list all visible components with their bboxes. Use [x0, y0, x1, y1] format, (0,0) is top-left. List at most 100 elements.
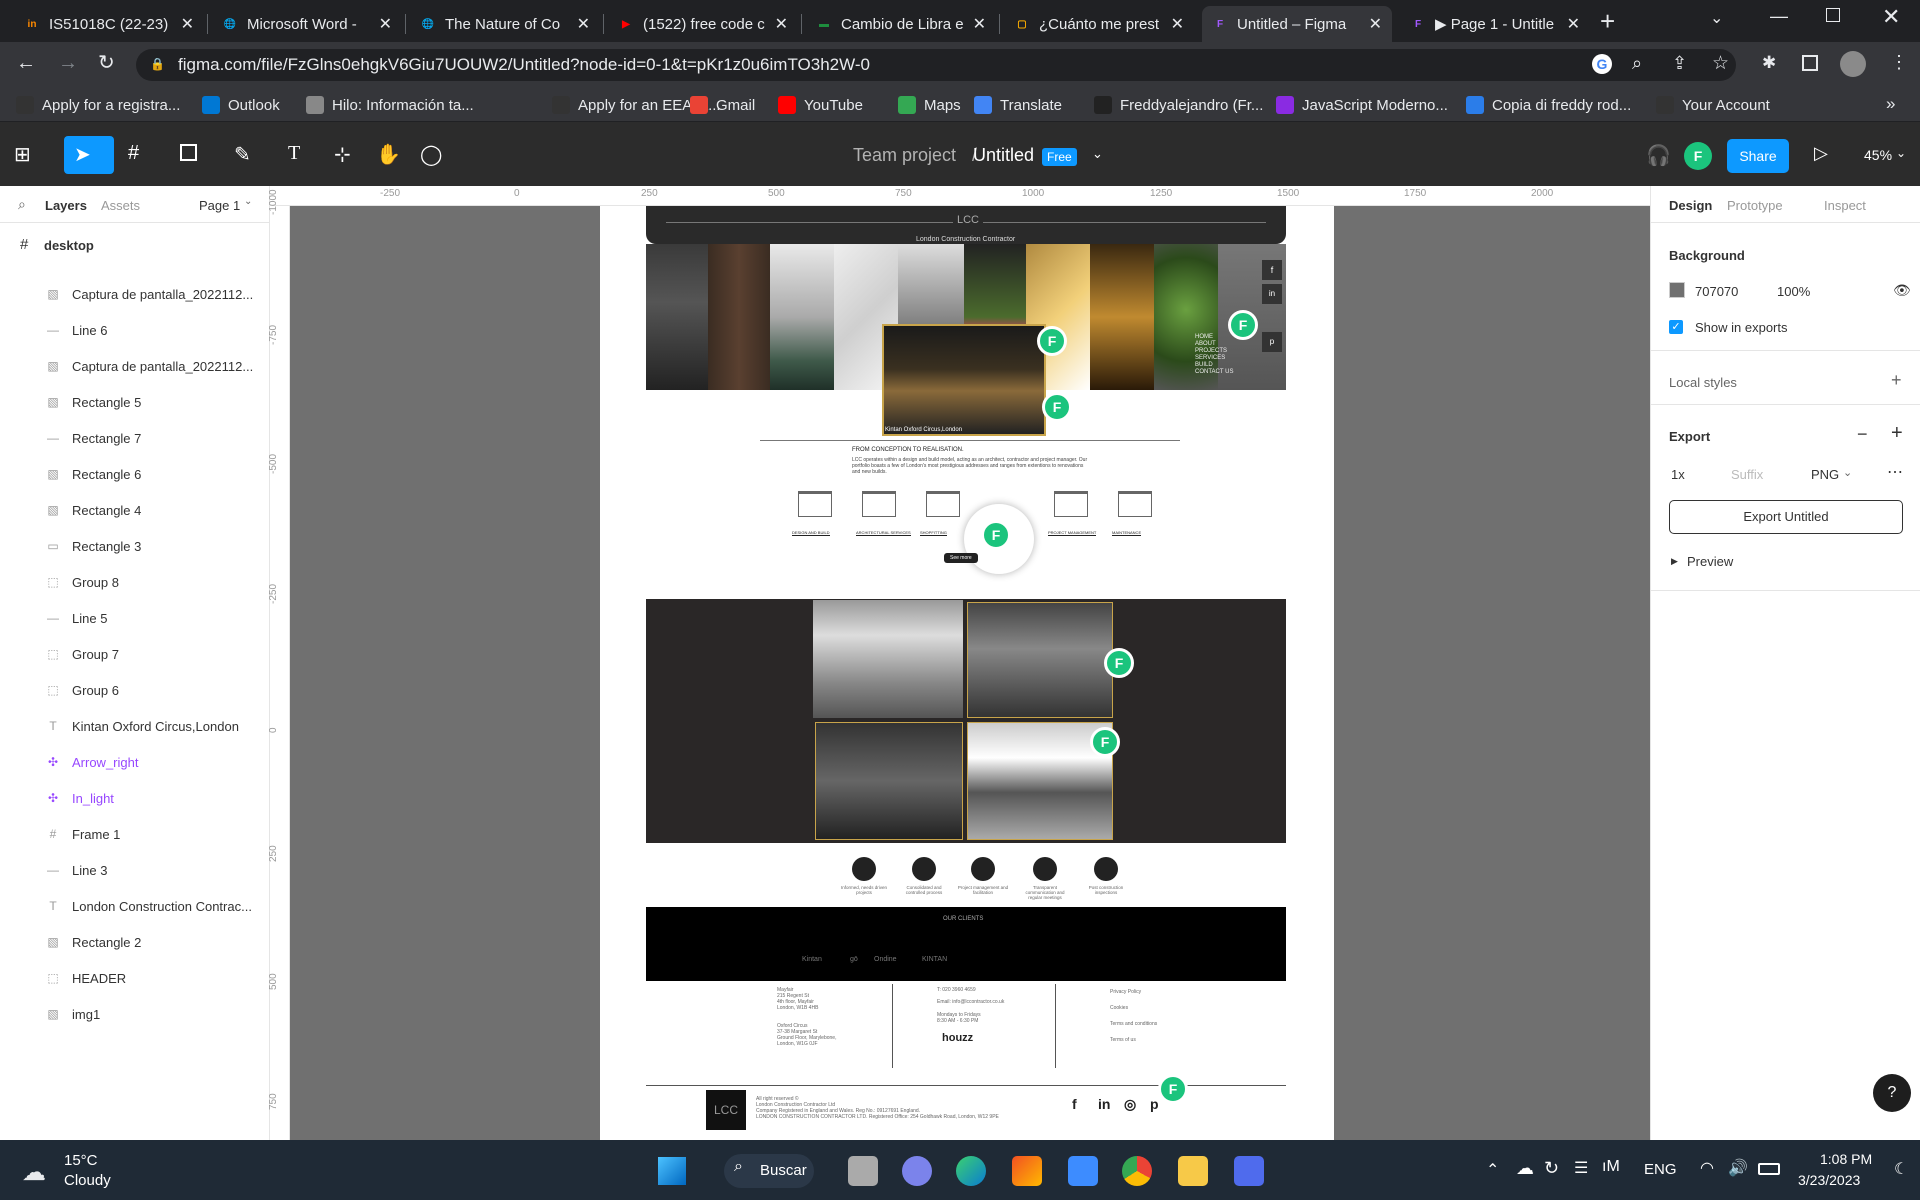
page-chevron-icon[interactable]: ⌄: [244, 196, 252, 207]
export-scale[interactable]: 1x: [1671, 467, 1685, 482]
add-export-icon[interactable]: +: [1891, 422, 1903, 445]
user-avatar[interactable]: F: [1684, 142, 1712, 170]
main-menu-icon[interactable]: ⊞: [14, 142, 31, 167]
file-explorer-icon[interactable]: [1178, 1156, 1208, 1186]
preview-toggle[interactable]: Preview: [1687, 554, 1733, 569]
hero-nav-item[interactable]: BUILD: [1195, 362, 1213, 368]
layer-item[interactable]: ▧ Captura de pantalla_2022112...: [0, 276, 269, 312]
browser-tab[interactable]: ▢ ¿Cuánto me prest ✕: [1004, 6, 1194, 42]
layer-item[interactable]: — Line 5: [0, 600, 269, 636]
tab-close-icon[interactable]: ✕: [1171, 14, 1184, 34]
background-opacity[interactable]: 100%: [1777, 284, 1810, 299]
collaborator-avatar[interactable]: F: [981, 520, 1011, 550]
minimize-button[interactable]: —: [1770, 6, 1788, 27]
featured-photo[interactable]: [882, 324, 1046, 436]
tab-design[interactable]: Design: [1669, 198, 1712, 213]
edge-icon[interactable]: [956, 1156, 986, 1186]
file-menu-chevron-icon[interactable]: ⌄: [1092, 146, 1103, 162]
background-hex[interactable]: 707070: [1695, 284, 1738, 299]
wifi-icon[interactable]: ◠: [1700, 1158, 1714, 1178]
restore-button[interactable]: [1826, 8, 1840, 22]
bookmark-item[interactable]: Outlook: [202, 96, 280, 114]
more-bookmarks[interactable]: »: [1886, 94, 1895, 114]
move-tool-icon[interactable]: ➤: [74, 142, 91, 167]
new-tab-button[interactable]: +: [1600, 6, 1615, 37]
volume-icon[interactable]: 🔊: [1728, 1158, 1748, 1178]
lock-icon[interactable]: 🔒: [150, 57, 165, 71]
zoom-icon[interactable]: ⌕: [1632, 53, 1642, 74]
layer-item[interactable]: ▧ Rectangle 6: [0, 456, 269, 492]
bookmark-item[interactable]: Copia di freddy rod...: [1466, 96, 1631, 114]
browser-tab[interactable]: 🌐 Microsoft Word - ✕: [212, 6, 402, 42]
onedrive-icon[interactable]: ☁: [1516, 1158, 1534, 1179]
footer-link[interactable]: Terms of us: [1110, 1037, 1136, 1043]
social-linkedin-icon[interactable]: in: [1262, 284, 1282, 304]
weather-temp[interactable]: 15°C: [64, 1152, 98, 1169]
shape-tool-icon[interactable]: [180, 144, 197, 161]
social-facebook-icon[interactable]: f: [1262, 260, 1282, 280]
social-pinterest-icon[interactable]: p: [1262, 332, 1282, 352]
show-in-exports-checkbox[interactable]: ✓: [1669, 320, 1683, 334]
layer-item[interactable]: — Line 6: [0, 312, 269, 348]
bookmark-item[interactable]: YouTube: [778, 96, 863, 114]
service-icon[interactable]: [1118, 491, 1152, 517]
share-button[interactable]: Share: [1727, 139, 1789, 173]
pen-tool-icon[interactable]: ✎: [234, 142, 251, 167]
tab-close-icon[interactable]: ✕: [1567, 14, 1580, 34]
hero-nav-item[interactable]: ABOUT: [1195, 341, 1216, 347]
preview-caret-icon[interactable]: ▶: [1671, 556, 1678, 567]
audio-icon[interactable]: 🎧: [1646, 143, 1671, 168]
tab-close-icon[interactable]: ✕: [577, 14, 590, 34]
zoom-chevron-icon[interactable]: ⌄: [1896, 146, 1906, 160]
service-label[interactable]: DESIGN AND BUILD: [792, 530, 830, 536]
bookmark-item[interactable]: Hilo: Información ta...: [306, 96, 474, 114]
reload-icon[interactable]: ↻: [98, 50, 115, 75]
project-photo-3[interactable]: [815, 722, 963, 840]
see-more-button[interactable]: See more: [944, 553, 978, 563]
layer-item[interactable]: T London Construction Contrac...: [0, 888, 269, 924]
tab-search-icon[interactable]: ⌄: [1710, 8, 1723, 28]
service-icon[interactable]: [1054, 491, 1088, 517]
bookmark-item[interactable]: Your Account: [1656, 96, 1770, 114]
layer-item[interactable]: ▧ Rectangle 4: [0, 492, 269, 528]
layer-item[interactable]: ▧ Rectangle 5: [0, 384, 269, 420]
bookmark-item[interactable]: Maps: [898, 96, 961, 114]
tab-assets[interactable]: Assets: [101, 198, 140, 213]
browser-tab[interactable]: in IS51018C (22-23) ✕: [14, 6, 204, 42]
project-photo-2[interactable]: [967, 602, 1113, 718]
hero-nav-item[interactable]: SERVICES: [1195, 355, 1225, 361]
profile-avatar[interactable]: [1840, 51, 1866, 77]
layer-item[interactable]: ▧ Rectangle 2: [0, 924, 269, 960]
language-indicator[interactable]: ENG: [1644, 1161, 1677, 1178]
weather-desc[interactable]: Cloudy: [64, 1172, 111, 1189]
resources-icon[interactable]: ⊹: [334, 142, 351, 167]
browser-tab[interactable]: 🌐 The Nature of Co ✕: [410, 6, 600, 42]
layer-item[interactable]: ⬚ HEADER: [0, 960, 269, 996]
layer-item[interactable]: — Rectangle 7: [0, 420, 269, 456]
chrome-icon[interactable]: [1122, 1156, 1152, 1186]
collaborator-avatar[interactable]: F: [1090, 727, 1120, 757]
export-format[interactable]: PNG: [1811, 467, 1839, 482]
weather-icon[interactable]: ☁: [22, 1158, 46, 1187]
layer-item[interactable]: ▭ Rectangle 3: [0, 528, 269, 564]
google-icon[interactable]: G: [1592, 54, 1612, 74]
tray-settings-icon[interactable]: ☰: [1574, 1158, 1588, 1178]
present-icon[interactable]: ▷: [1814, 143, 1828, 164]
tray-app-icon[interactable]: ıM: [1602, 1158, 1620, 1176]
service-label[interactable]: ARCHITECTURAL SERVICES: [856, 530, 911, 536]
layer-item[interactable]: # Frame 1: [0, 816, 269, 852]
export-suffix[interactable]: Suffix: [1731, 467, 1763, 482]
service-label[interactable]: PROJECT MANAGEMENT: [1048, 530, 1097, 536]
collaborator-avatar[interactable]: F: [1158, 1074, 1188, 1104]
footer-facebook-icon[interactable]: f: [1072, 1096, 1077, 1112]
browser-tab[interactable]: F ▶ Page 1 - Untitle ✕: [1400, 6, 1590, 42]
eye-icon[interactable]: 👁: [1893, 282, 1911, 299]
layer-item[interactable]: ▧ img1: [0, 996, 269, 1032]
tray-sync-icon[interactable]: ↻: [1544, 1158, 1559, 1179]
sidepanel-icon[interactable]: [1802, 55, 1818, 71]
bookmark-item[interactable]: JavaScript Moderno...: [1276, 96, 1448, 114]
layer-item[interactable]: ✣ In_light: [0, 780, 269, 816]
service-label[interactable]: MAINTENANCE: [1112, 530, 1142, 536]
chat-icon[interactable]: [902, 1156, 932, 1186]
format-chevron-icon[interactable]: ⌄: [1843, 466, 1852, 479]
